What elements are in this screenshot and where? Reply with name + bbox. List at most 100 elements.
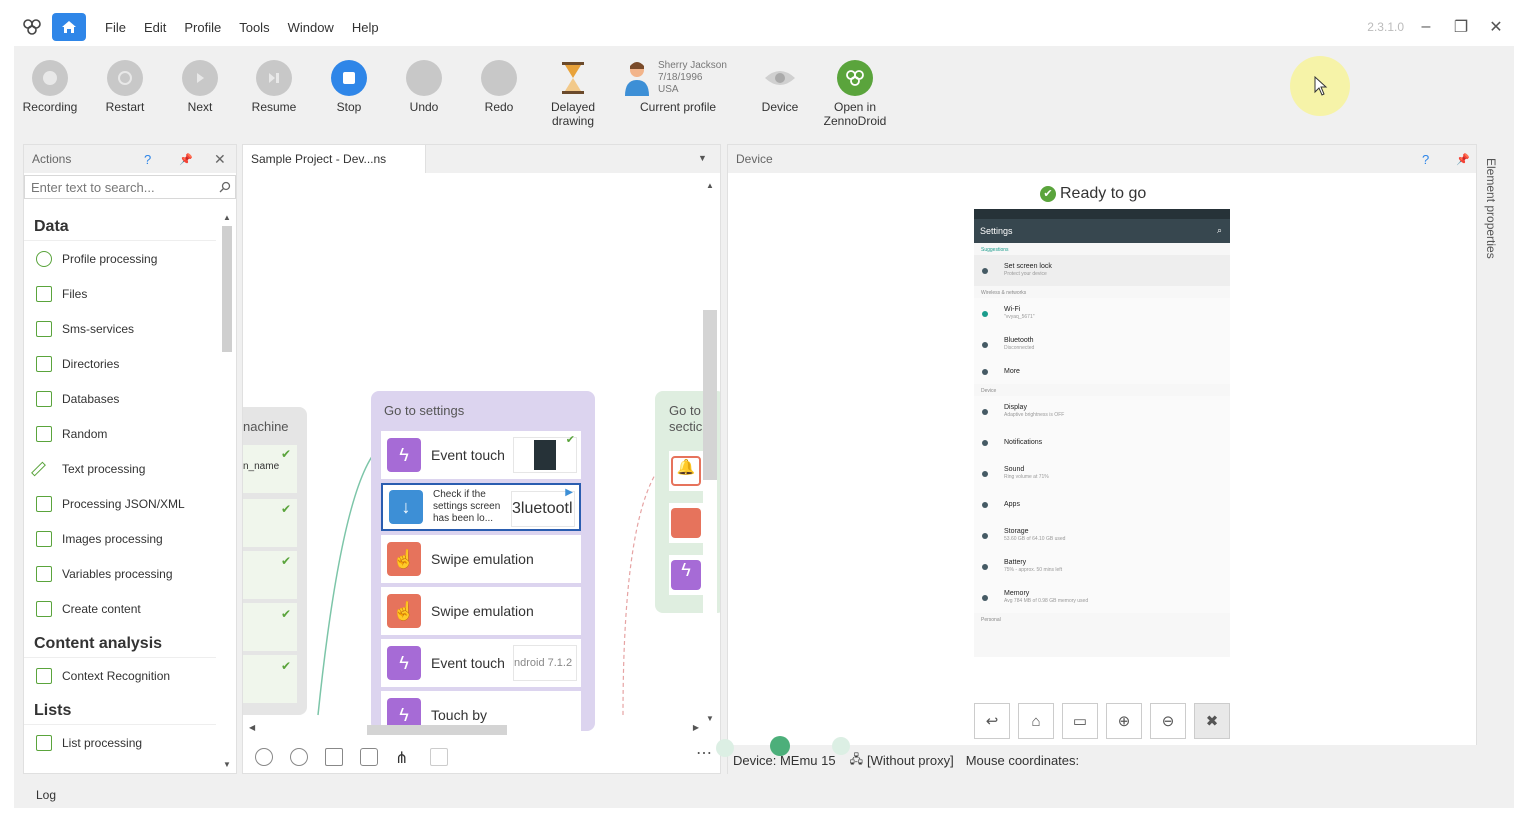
phone-item-display[interactable]: Display Adaptive brightness is OFF	[974, 396, 1230, 427]
restore-button[interactable]: ❐	[1449, 16, 1473, 38]
project-vscroll-thumb[interactable]	[703, 310, 717, 480]
category-data[interactable]: Data	[24, 209, 216, 241]
close-panel-icon[interactable]: ✕	[214, 151, 226, 168]
user-icon	[36, 250, 52, 267]
phone-item-sub: Adaptive brightness is OFF	[1004, 412, 1065, 418]
action-databases[interactable]: Databases	[24, 381, 216, 416]
action-sms-services[interactable]: Sms-services	[24, 311, 216, 346]
category-content-analysis[interactable]: Content analysis	[24, 626, 216, 658]
zoom-in-button[interactable]: ⊕	[1106, 703, 1142, 739]
phone-item-more[interactable]: More	[974, 360, 1230, 384]
network-icon[interactable]: ⋔	[395, 748, 413, 767]
phone-item-sound[interactable]: Sound Ring volume at 71%	[974, 458, 1230, 489]
check-settings-block[interactable]: ↓ Check if the settings screen has been …	[381, 483, 581, 531]
home-button[interactable]	[52, 13, 86, 41]
swipe-emulation-block-1[interactable]: ☝ Swipe emulation	[381, 535, 581, 583]
action-label: Processing JSON/XML	[62, 496, 185, 511]
action-list-processing[interactable]: List processing	[24, 725, 216, 760]
action-profile-processing[interactable]: Profile processing	[24, 241, 216, 276]
event-touch-block-1[interactable]: ϟ Event touch ✔	[381, 431, 581, 479]
action-processing-json-xml[interactable]: Processing JSON/XML	[24, 486, 216, 521]
phone-item-memory[interactable]: Memory Avg 784 MB of 0.98 GB memory used	[974, 582, 1230, 613]
phone-item-apps[interactable]: Apps	[974, 489, 1230, 520]
actions-title: Actions	[32, 152, 72, 166]
action-files[interactable]: Files	[24, 276, 216, 311]
proxy-status[interactable]: [Without proxy]	[867, 753, 954, 768]
open-zennodroid-button[interactable]: Open in ZennoDroid	[820, 60, 890, 128]
phone-item-battery[interactable]: Battery 75% - approx. 50 mins left	[974, 551, 1230, 582]
resume-button[interactable]: Resume	[239, 60, 309, 114]
phone-item-wifi[interactable]: Wi-Fi "vvyaq_5671"	[974, 298, 1230, 329]
settings-icon[interactable]	[255, 748, 273, 766]
undo-button[interactable]: Undo	[389, 60, 459, 114]
phone-item-sub: Ring volume at 71%	[1004, 474, 1049, 480]
menu-window[interactable]: Window	[288, 20, 334, 35]
project-vscroll[interactable]: ▲ ▼	[703, 181, 717, 723]
phone-search-icon[interactable]: ⌕	[1217, 225, 1222, 236]
display-icon	[982, 408, 988, 415]
scroll-down-icon[interactable]: ▼	[220, 760, 234, 769]
project-hscroll-thumb[interactable]	[367, 725, 507, 735]
memory-icon	[982, 594, 988, 601]
project-hscroll[interactable]: ◀ ▶	[249, 723, 699, 737]
help-icon[interactable]: ?	[144, 152, 151, 167]
action-directories[interactable]: Directories	[24, 346, 216, 381]
menu-profile[interactable]: Profile	[184, 20, 221, 35]
home-device-button[interactable]: ⌂	[1018, 703, 1054, 739]
phone-item-lock[interactable]: Set screen lock Protect your device	[974, 255, 1230, 286]
recording-button[interactable]: Recording	[15, 60, 85, 114]
lock-icon[interactable]	[360, 748, 378, 766]
redo-button[interactable]: Redo	[464, 60, 534, 114]
pin-icon[interactable]: 📌	[1456, 153, 1470, 166]
menu-file[interactable]: File	[105, 20, 126, 35]
event-touch-block-2[interactable]: ϟ Event touch ndroid 7.1.2	[381, 639, 581, 687]
minimize-button[interactable]: –	[1414, 16, 1438, 38]
more-icon[interactable]: ⋯	[696, 743, 712, 763]
delayed-drawing-button[interactable]: Delayed drawing	[538, 60, 608, 128]
action-random[interactable]: Random	[24, 416, 216, 451]
phone-screen[interactable]: Settings ⌕ Suggestions Set screen lock Pr…	[974, 209, 1230, 657]
grid-icon[interactable]	[325, 748, 343, 766]
menu-edit[interactable]: Edit	[144, 20, 166, 35]
actions-scrollbar[interactable]: ▲ ▼	[220, 213, 234, 769]
record-icon	[32, 60, 68, 96]
scroll-thumb[interactable]	[222, 226, 232, 352]
zennodroid-icon	[837, 60, 873, 96]
phone-item-storage[interactable]: Storage 53.60 GB of 64.10 GB used	[974, 520, 1230, 551]
action-context-recognition[interactable]: Context Recognition	[24, 658, 216, 693]
user-circle-icon[interactable]	[290, 748, 308, 766]
menu-tools[interactable]: Tools	[239, 20, 269, 35]
next-button[interactable]: Next	[165, 60, 235, 114]
close-window-button[interactable]: ✕	[1484, 16, 1508, 38]
help-icon[interactable]: ?	[1422, 152, 1429, 167]
version-label: 2.3.1.0	[1367, 20, 1404, 34]
recent-apps-button[interactable]: ▭	[1062, 703, 1098, 739]
pin-icon[interactable]: 📌	[179, 153, 193, 166]
device-title: Device	[736, 152, 773, 166]
actions-search-input[interactable]: Enter text to search...	[24, 175, 236, 199]
go-to-settings-group[interactable]: Go to settings ϟ Event touch ✔ ↓ Check i…	[371, 391, 595, 739]
action-text-processing[interactable]: Text processing	[24, 451, 216, 486]
action-label: Databases	[62, 391, 120, 406]
eye-icon	[762, 60, 798, 96]
zoom-out-button[interactable]: ⊖	[1150, 703, 1186, 739]
fit-screen-button[interactable]: ✖	[1194, 703, 1230, 739]
element-properties-tab[interactable]: Element properties	[1484, 158, 1498, 259]
arrow-down-icon: ↓	[389, 490, 423, 524]
phone-item-bluetooth[interactable]: Bluetooth Disconnected	[974, 329, 1230, 360]
phone-item-notifications[interactable]: Notifications	[974, 427, 1230, 458]
device-button[interactable]: Device	[745, 60, 815, 114]
swipe-emulation-block-2[interactable]: ☝ Swipe emulation	[381, 587, 581, 635]
stop-button[interactable]: Stop	[314, 60, 384, 114]
action-images-processing[interactable]: Images processing	[24, 521, 216, 556]
add-icon[interactable]	[430, 748, 448, 766]
scroll-up-icon[interactable]: ▲	[220, 213, 234, 222]
menu-help[interactable]: Help	[352, 20, 379, 35]
category-lists[interactable]: Lists	[24, 693, 216, 725]
log-tab[interactable]: Log	[14, 782, 1514, 808]
action-variables-processing[interactable]: Variables processing	[24, 556, 216, 591]
restart-button[interactable]: Restart	[90, 60, 160, 114]
action-create-content[interactable]: Create content	[24, 591, 216, 626]
back-button[interactable]: ↩	[974, 703, 1010, 739]
delayed-label-1: Delayed	[550, 100, 596, 114]
